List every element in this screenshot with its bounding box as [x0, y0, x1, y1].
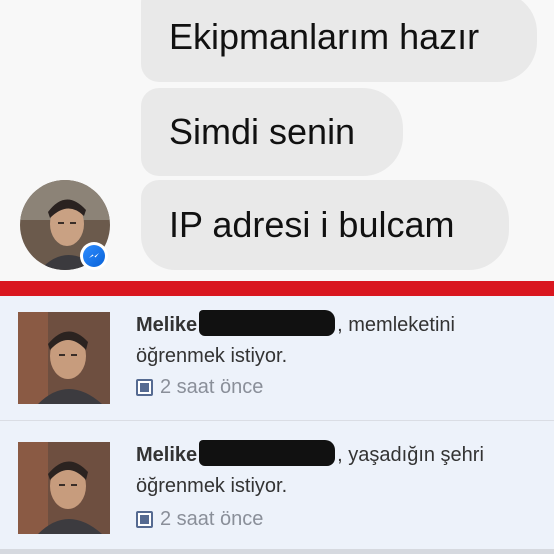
- notification-text: Melike, yaşadığın şehri öğrenmek istiyor…: [136, 440, 536, 502]
- message-text: IP adresi i bulcam: [169, 204, 455, 245]
- messenger-badge: [80, 242, 108, 270]
- timestamp-text: 2 saat önce: [160, 508, 264, 530]
- message-text: Ekipmanlarım hazır: [169, 16, 480, 57]
- separator: [0, 549, 554, 554]
- notification-item[interactable]: Melike, yaşadığın şehri öğrenmek istiyor…: [0, 426, 554, 548]
- notification-text: Melike, memleketini öğrenmek istiyor.: [136, 310, 536, 372]
- sender-name[interactable]: Melike: [136, 444, 197, 466]
- page-icon: [136, 379, 153, 396]
- timestamp: 2 saat önce: [136, 376, 263, 399]
- message-bubble[interactable]: Simdi senin: [141, 88, 403, 176]
- message-bubble[interactable]: IP adresi i bulcam: [141, 180, 509, 270]
- sender-name[interactable]: Melike: [136, 314, 197, 336]
- chat-thread: Ekipmanlarım hazır Simdi senin IP adresi…: [0, 0, 554, 280]
- redaction-mark: [199, 310, 336, 336]
- divider: [0, 281, 554, 296]
- timestamp-text: 2 saat önce: [160, 376, 264, 398]
- message-bubble[interactable]: Ekipmanlarım hazır: [141, 0, 537, 82]
- message-text: Simdi senin: [169, 111, 356, 152]
- redaction-mark: [199, 440, 336, 466]
- notification-item[interactable]: Melike, memleketini öğrenmek istiyor. 2 …: [0, 296, 554, 418]
- messenger-icon: [83, 245, 105, 267]
- page-icon: [136, 511, 153, 528]
- avatar[interactable]: [18, 442, 110, 534]
- avatar[interactable]: [18, 312, 110, 404]
- profile-photo-icon: [18, 312, 110, 404]
- profile-photo-icon: [18, 442, 110, 534]
- timestamp: 2 saat önce: [136, 508, 263, 531]
- separator: [0, 420, 554, 421]
